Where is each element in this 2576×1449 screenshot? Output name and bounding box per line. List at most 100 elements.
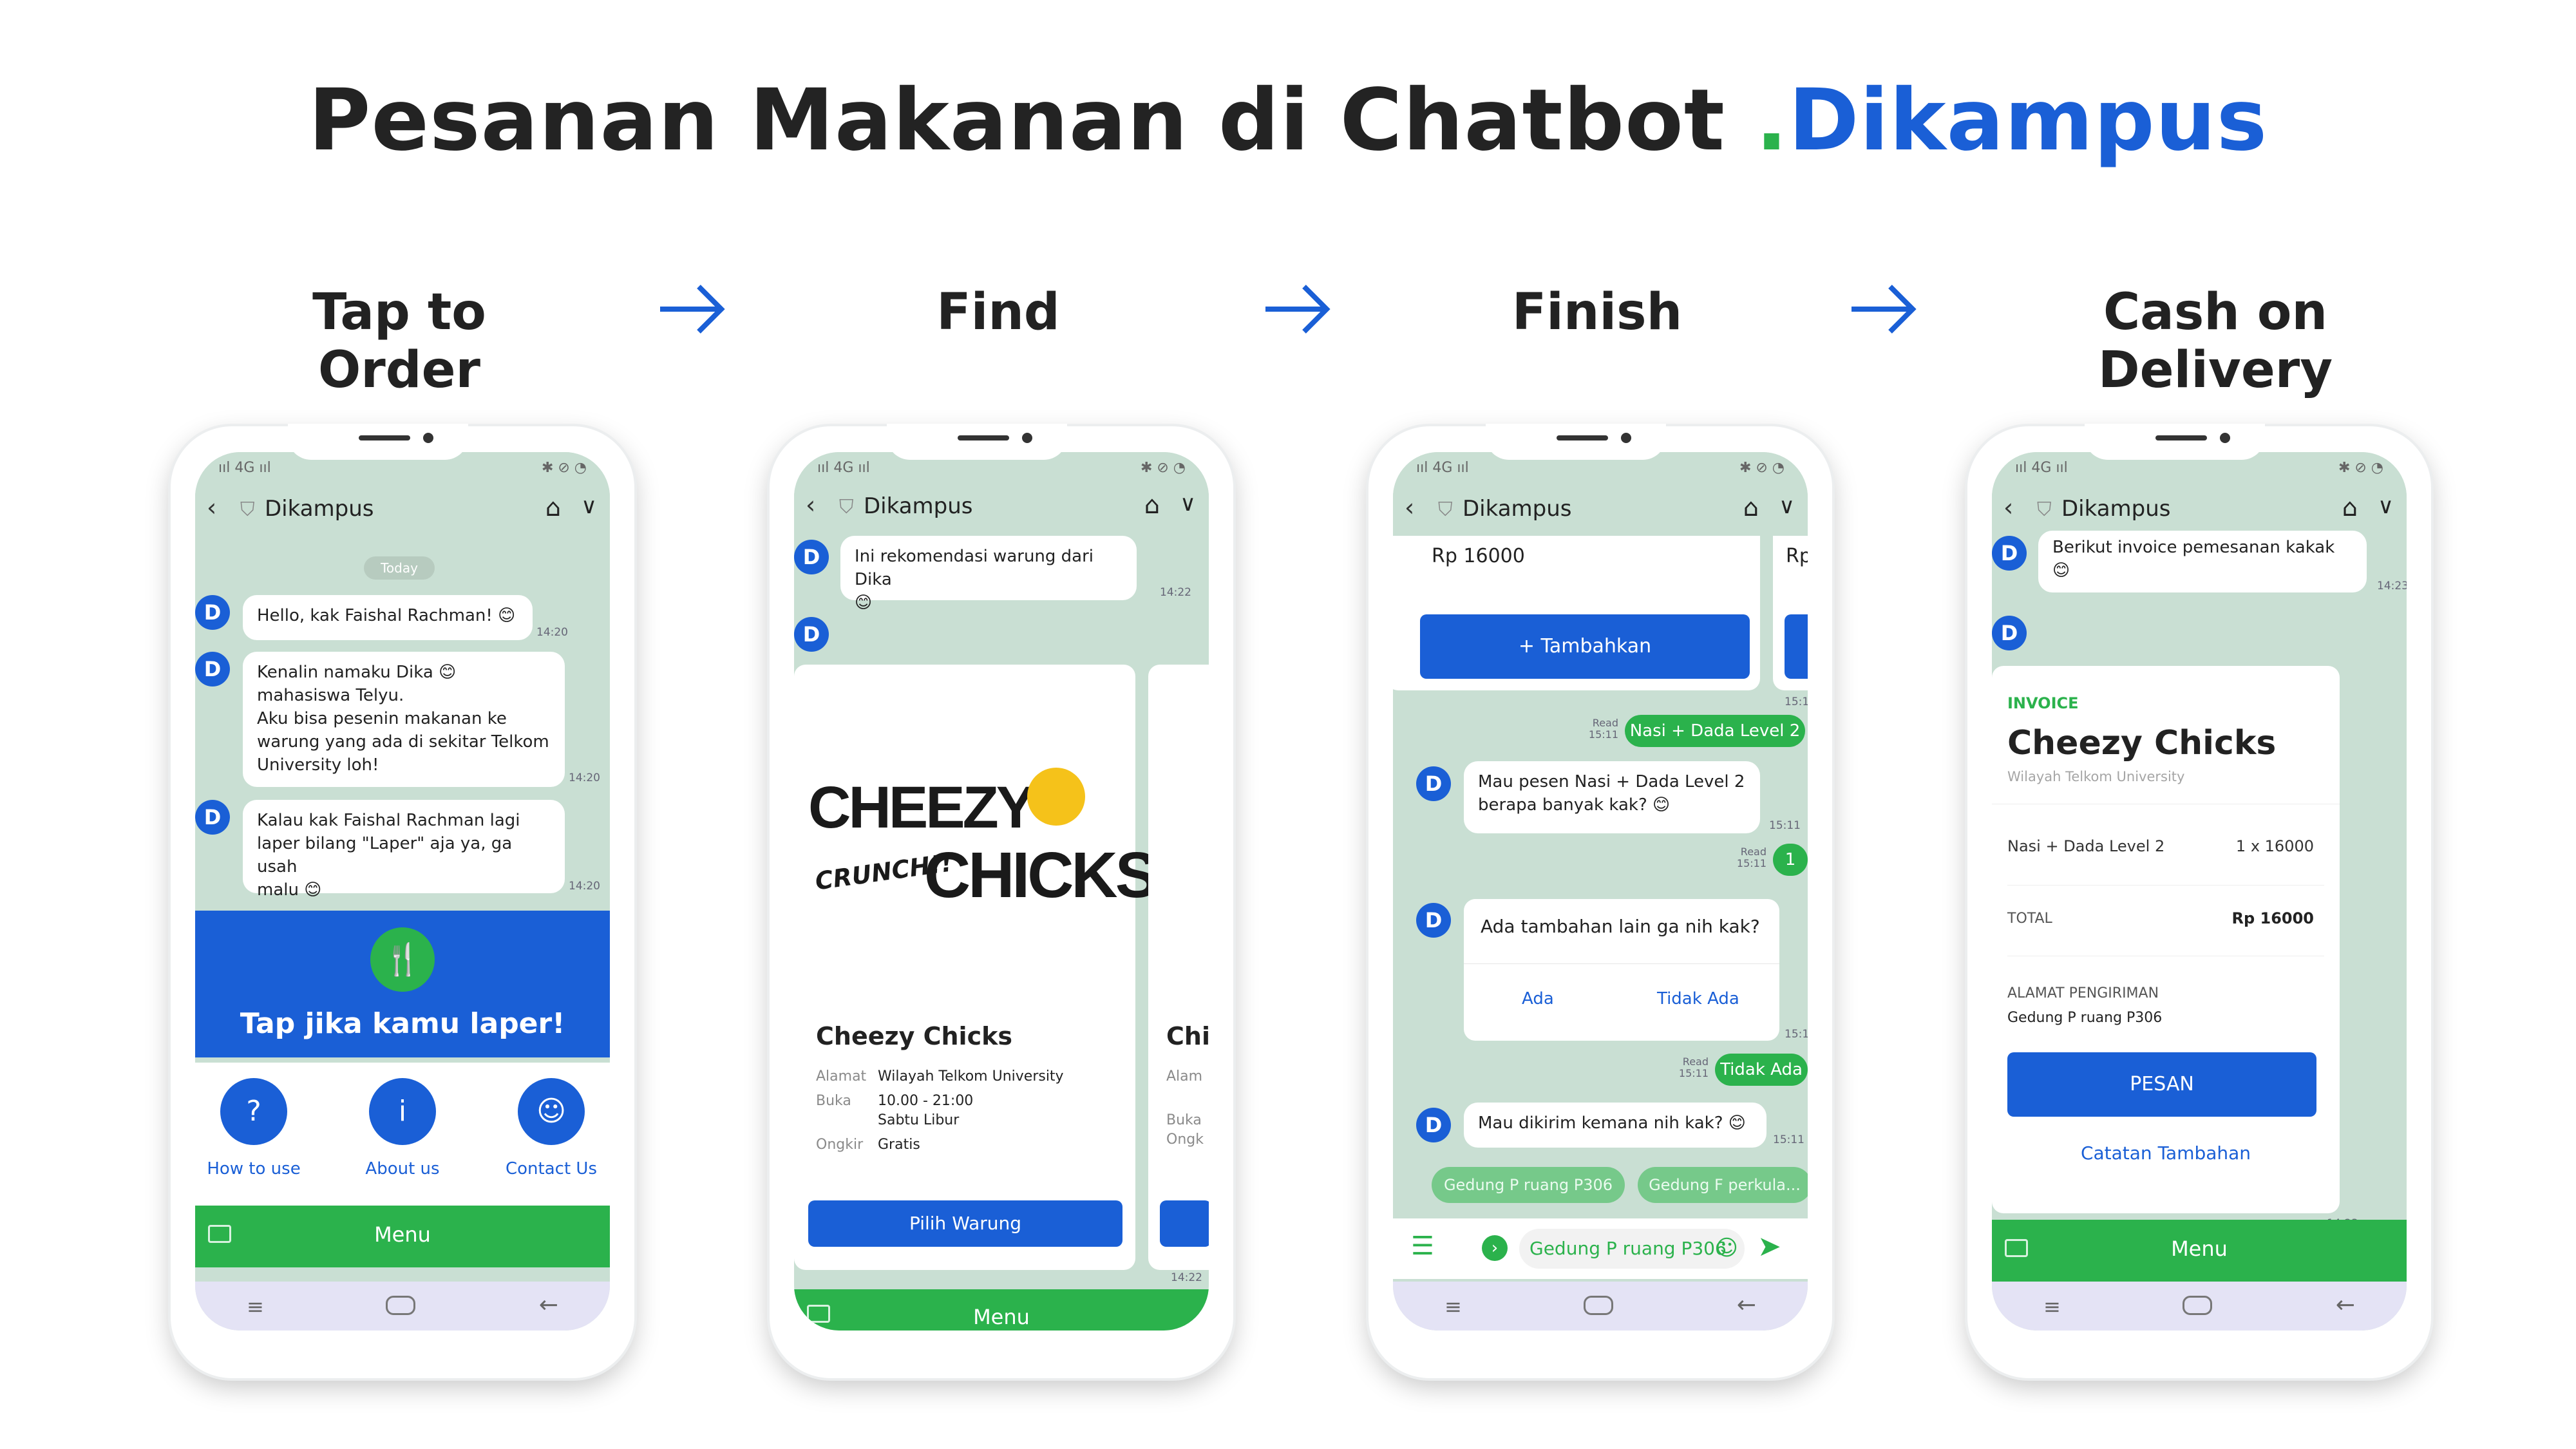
menu-label: Menu (374, 1222, 431, 1247)
back-nav-icon[interactable]: ← (539, 1292, 558, 1318)
option-no-button[interactable]: Tidak Ada (1657, 989, 1739, 1009)
back-icon[interactable]: ‹ (2003, 493, 2013, 522)
home-icon[interactable]: ⌂ (1144, 491, 1160, 519)
chevron-down-icon[interactable]: ∨ (581, 493, 597, 519)
about-us-button[interactable]: i About us (365, 1078, 440, 1179)
option-yes-button[interactable]: Ada (1522, 989, 1554, 1009)
additional-notes-link[interactable]: Catatan Tambahan (1992, 1142, 2340, 1164)
back-icon[interactable]: ‹ (207, 493, 216, 522)
choose-restaurant-button[interactable]: Pilih Warung (808, 1200, 1122, 1247)
battery-icon: ✱ ⊘ ◔ (2338, 460, 2383, 476)
chat-header: ‹ ⛉ Dikampus ⌂ ∨ (1992, 484, 2407, 536)
restaurant-card-next[interactable]: Chi Alam Buka Ongk (1148, 665, 1209, 1270)
emoji-icon[interactable]: ☺ (1716, 1235, 1738, 1261)
battery-icon: ✱ ⊘ ◔ (1739, 460, 1785, 476)
title-text: Pesanan Makanan di Chatbot (308, 71, 1756, 170)
shield-icon: ⛉ (240, 498, 255, 521)
message-line: laper bilang "Laper" aja ya, ga usah (257, 834, 513, 876)
android-nav-bar: ≡ ← (1393, 1282, 1808, 1331)
bot-avatar: D (1416, 903, 1451, 938)
tap-order-label: Tap jika kamu laper! (240, 1007, 565, 1040)
arrow-right-icon (1265, 285, 1331, 334)
menu-bar[interactable]: Menu (794, 1289, 1209, 1331)
menu-label: Menu (973, 1305, 1030, 1329)
menu-bar[interactable]: Menu (195, 1206, 610, 1267)
recent-apps-icon[interactable]: ≡ (2043, 1294, 2061, 1319)
bot-avatar: D (195, 595, 230, 630)
home-nav-icon[interactable] (386, 1296, 415, 1315)
message-time: 15:11 (1773, 1133, 1804, 1146)
back-icon[interactable]: ‹ (1405, 493, 1414, 522)
chevron-down-icon[interactable]: ∨ (1180, 491, 1196, 516)
step-2-label: Find (936, 283, 1060, 341)
phone-notch (1486, 424, 1666, 460)
battery-icon: ✱ ⊘ ◔ (1140, 460, 1186, 476)
tap-order-banner[interactable]: 🍴 Tap jika kamu laper! (195, 911, 610, 1057)
suggestion-chip[interactable]: Gedung F perkula... (1638, 1167, 1808, 1203)
home-icon[interactable]: ⌂ (1743, 493, 1759, 522)
phone-notch (887, 424, 1067, 460)
signal-icon: ııl 4G ııl (2015, 460, 2068, 476)
message-line: warung yang ada di sekitar Telkom (257, 732, 549, 752)
how-to-use-button[interactable]: ? How to use (207, 1078, 301, 1179)
chevron-down-icon[interactable]: ∨ (1779, 493, 1795, 519)
add-item-button[interactable]: + Tambahkan (1420, 614, 1750, 679)
expand-icon[interactable]: › (1482, 1235, 1508, 1261)
invoice-label: INVOICE (2007, 694, 2079, 712)
bot-avatar: D (1992, 616, 2027, 650)
shield-icon: ⛉ (1438, 498, 1453, 521)
shield-icon: ⛉ (2037, 498, 2052, 521)
home-nav-icon[interactable] (1584, 1296, 1613, 1315)
invoice-card: INVOICE Cheezy Chicks Wilayah Telkom Uni… (1992, 666, 2340, 1213)
field-label: Buka (816, 1093, 851, 1109)
back-nav-icon[interactable]: ← (1737, 1292, 1756, 1318)
recent-apps-icon[interactable]: ≡ (1444, 1294, 1462, 1319)
message-input-value: Gedung P ruang P306 (1530, 1238, 1727, 1259)
android-nav-bar: ≡ ← (195, 1282, 610, 1331)
message-line: malu 😊 (257, 880, 322, 900)
bot-question: Ada tambahan lain ga nih kak? (1481, 916, 1760, 937)
phone-screen: ııl 4G ııl ✱ ⊘ ◔ ‹ ⛉ Dikampus ⌂ ∨ D Beri… (1992, 452, 2407, 1331)
bot-avatar: D (195, 652, 230, 687)
read-receipt: Read 15:11 (1736, 846, 1766, 869)
back-nav-icon[interactable]: ← (2336, 1292, 2355, 1318)
android-nav-bar: ≡ ← (1992, 1282, 2407, 1331)
recent-apps-icon[interactable]: ≡ (247, 1294, 264, 1319)
field-label: Alamat (816, 1068, 867, 1084)
field-value: 10.00 - 21:00 (878, 1093, 974, 1109)
help-icon: ? (220, 1078, 287, 1145)
send-icon[interactable]: ➤ (1757, 1230, 1781, 1263)
step-1-label: Tap to Order (312, 283, 486, 399)
message-line: mahasiswa Telyu. (257, 686, 404, 705)
message-line: Kenalin namaku Dika 😊 (257, 663, 457, 682)
back-icon[interactable]: ‹ (806, 491, 815, 519)
choose-restaurant-button[interactable] (1160, 1200, 1209, 1247)
message-line: berapa banyak kak? 😊 (1478, 795, 1671, 815)
menu-item-card-next[interactable]: Rp (1773, 536, 1808, 690)
field-value: Sabtu Libur (878, 1112, 960, 1128)
contact-us-button[interactable]: ☺ Contact Us (506, 1078, 597, 1179)
message-input[interactable]: Gedung P ruang P306 ☺ (1519, 1229, 1745, 1269)
speaker (359, 435, 410, 440)
menu-list-icon[interactable]: ☰ (1411, 1231, 1434, 1261)
suggestion-chip[interactable]: Gedung P ruang P306 (1432, 1167, 1625, 1203)
home-nav-icon[interactable] (2183, 1296, 2212, 1315)
add-item-button[interactable] (1785, 614, 1808, 679)
chevron-down-icon[interactable]: ∨ (2378, 493, 2394, 519)
speaker (1557, 435, 1608, 440)
chat-input-bar: ☰ › Gedung P ruang P306 ☺ ➤ (1393, 1218, 1808, 1279)
chat-name: Dikampus (1463, 496, 1572, 522)
order-button[interactable]: PESAN (2007, 1052, 2316, 1117)
message-time: 14:20 (569, 880, 600, 893)
menu-bar[interactable]: Menu (1992, 1220, 2407, 1282)
home-icon[interactable]: ⌂ (2342, 493, 2358, 522)
field-label: Buka (1166, 1112, 1202, 1128)
shortcut-panel: ? How to use i About us ☺ Contact Us (195, 1063, 610, 1206)
address-label: ALAMAT PENGIRIMAN (2007, 985, 2159, 1001)
message-time: 14:22 (1160, 586, 1191, 599)
invoice-item: Nasi + Dada Level 2 (2007, 837, 2165, 855)
speaker (2155, 435, 2207, 440)
home-icon[interactable]: ⌂ (545, 493, 561, 522)
signal-icon: ııl 4G ııl (218, 460, 271, 476)
message-line: Berikut invoice pemesanan kakak (2052, 538, 2335, 557)
